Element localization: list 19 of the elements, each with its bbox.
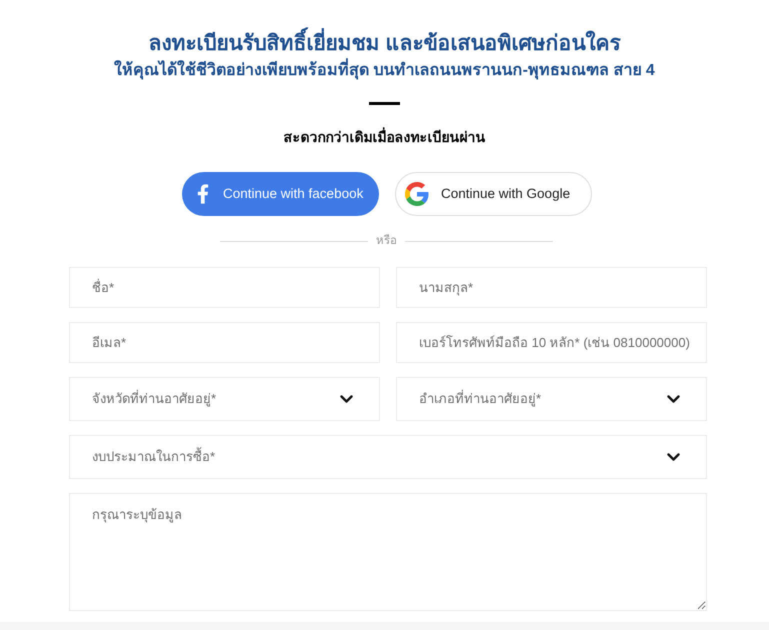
message-textarea-field[interactable]: กรุณาระบุข้อมูล [69, 493, 707, 611]
dropdown-select[interactable]: งบประมาณในการซื้อ* [69, 435, 707, 479]
text-input-field[interactable]: ชื่อ* [69, 267, 380, 308]
text-input-field[interactable]: เบอร์โทรศัพท์มือถือ 10 หลัก* (เช่น 0810000000) [396, 322, 707, 363]
chevron-down-icon [340, 395, 353, 403]
facebook-login-button[interactable]: Continue with facebook [182, 172, 379, 216]
text-input-field[interactable]: นามสกุล* [396, 267, 707, 308]
chevron-down-icon [667, 453, 680, 461]
dropdown-select[interactable]: จังหวัดที่ท่านอาศัยอยู่* [69, 377, 380, 421]
title-underline [369, 102, 400, 105]
chevron-down-icon [667, 395, 680, 403]
or-divider-label: หรือ [376, 234, 397, 248]
google-login-button[interactable]: Continue with Google [395, 172, 592, 216]
dropdown-select[interactable]: อำเภอที่ท่านอาศัยอยู่* [396, 377, 707, 421]
page-subtitle: ให้คุณได้ใช้ชีวิตอย่างเพียบพร้อมที่สุด บนทำเลถนนพรานนก-พุทธมณฑล สาย 4 [114, 60, 655, 82]
text-input-field[interactable]: อีเมล* [69, 322, 380, 363]
facebook-f-icon [197, 184, 209, 204]
google-logo-icon [405, 182, 429, 206]
social-prompt-text: สะดวกกว่าเดิมเมื่อลงทะเบียนผ่าน [284, 127, 486, 147]
